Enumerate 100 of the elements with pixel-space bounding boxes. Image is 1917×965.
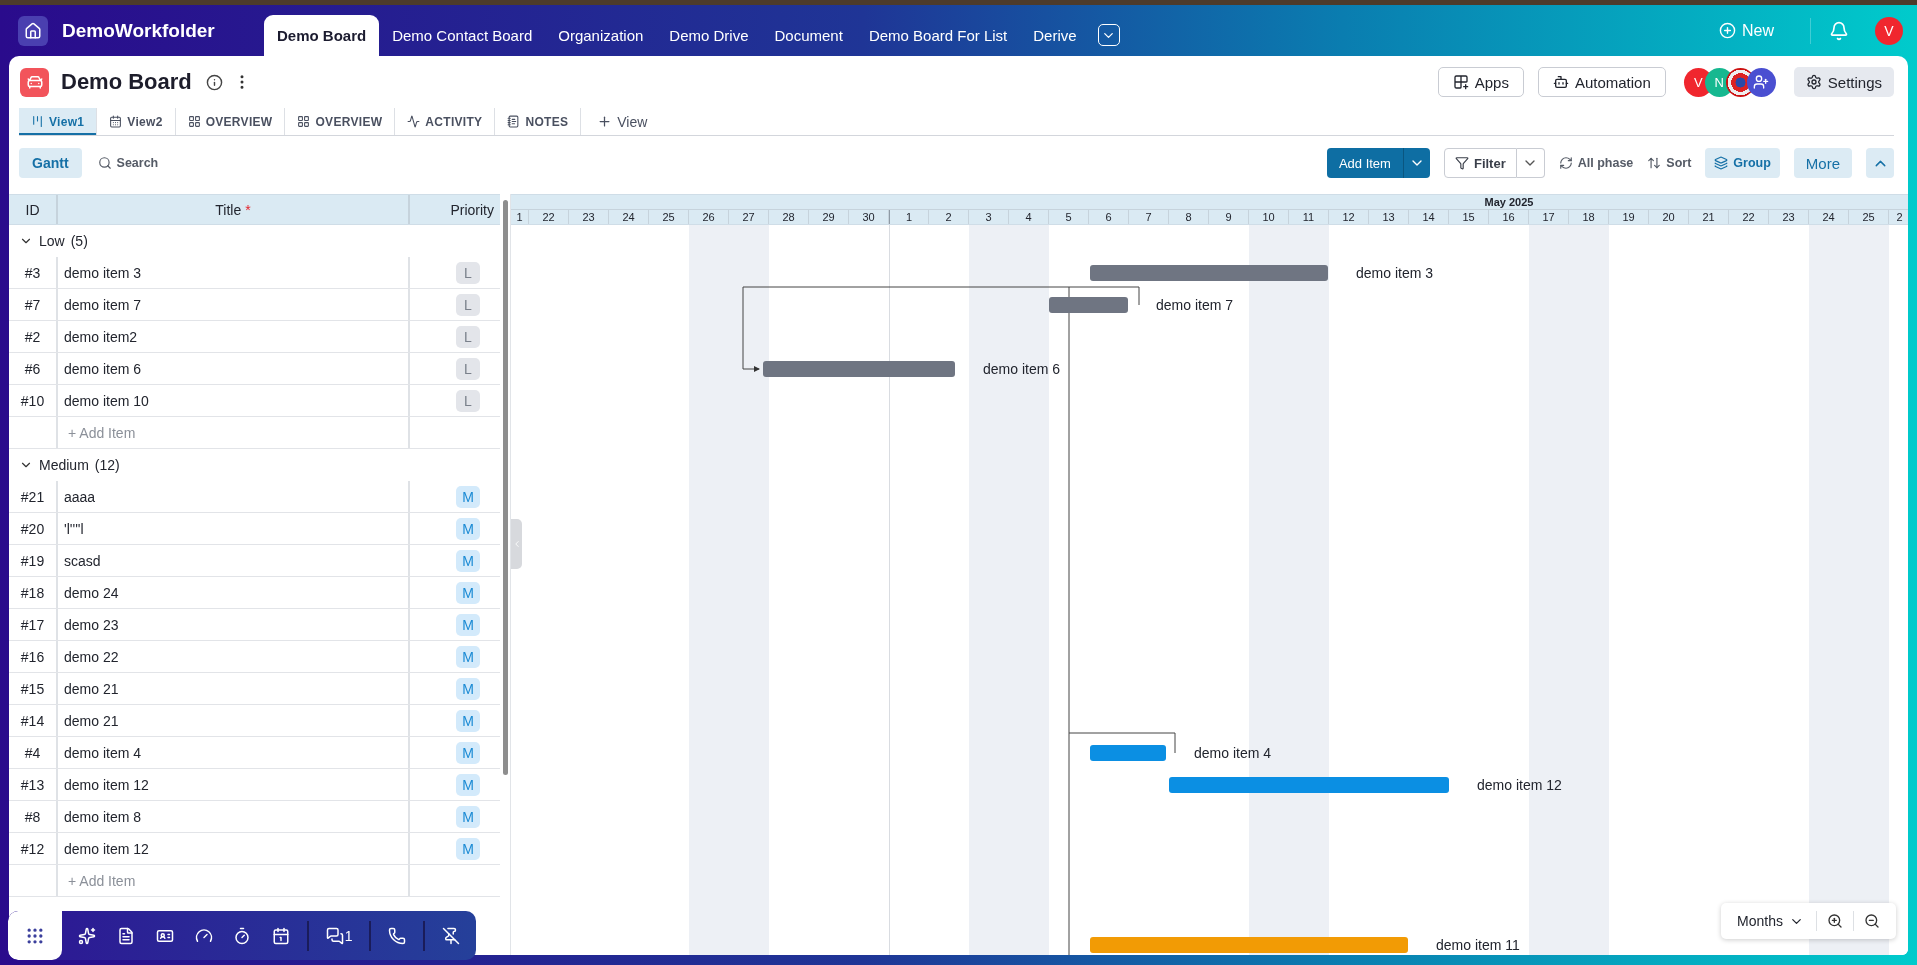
more-button[interactable]: More [1793,148,1852,178]
day-header: 25 [1849,210,1889,224]
item-title[interactable]: demo 23 [64,616,119,633]
scale-dropdown[interactable]: Months [1727,911,1817,931]
item-id: #6 [24,360,41,377]
board-icon [20,67,49,97]
view-tab[interactable]: View1 [19,108,98,135]
day-header: 13 [1369,210,1409,224]
view-tab[interactable]: OVERVIEW [285,108,396,135]
info-icon[interactable] [205,73,223,91]
item-id: #7 [24,296,41,313]
day-header: 18 [1569,210,1609,224]
item-title[interactable]: demo item2 [64,328,138,345]
item-id: #16 [20,648,45,665]
day-header: 19 [1609,210,1649,224]
item-id: #21 [20,488,45,505]
group-button[interactable]: Group [1705,148,1780,178]
item-title[interactable]: demo 21 [64,680,119,697]
day-header: 2 [1889,210,1908,224]
add-options-button[interactable] [1402,148,1430,178]
add-member-button[interactable] [1746,67,1776,97]
item-id: #17 [20,616,45,633]
search-button[interactable]: Search [97,156,159,170]
item-title[interactable]: demo item 12 [64,840,149,857]
automation-button[interactable]: Automation [1537,67,1666,97]
apps-grid-button[interactable] [8,911,62,960]
workspace-name: DemoWorkfolder [62,19,215,42]
item-id: #19 [20,552,45,569]
day-header: 22 [529,210,569,224]
more-tabs-button[interactable] [1097,24,1120,46]
item-title[interactable]: demo item 6 [64,360,142,377]
zoom-in-icon [1827,913,1843,929]
item-title[interactable]: demo item 7 [64,296,142,313]
board-title: Demo Board [61,69,192,95]
view-tab[interactable]: NOTES [495,108,582,135]
chat-icon [325,926,344,945]
task-label: demo item 6 [983,361,1061,377]
column-header: Priority [450,201,494,218]
item-title[interactable]: demo 22 [64,648,119,665]
day-header: 1 [511,210,529,224]
item-title[interactable]: 'l''''l [64,520,84,537]
day-header: 1 [889,210,929,224]
view-tab[interactable]: View [581,108,660,135]
apps-icon [1452,74,1469,90]
item-title[interactable]: demo 24 [64,584,119,601]
add-item-button[interactable]: Add Item [1326,148,1403,178]
settings-icon [1805,74,1822,90]
item-title[interactable]: demo item 12 [64,776,149,793]
view-tab[interactable]: OVERVIEW [175,108,286,135]
home-button[interactable] [18,15,48,46]
board-tab[interactable]: Demo Drive [656,15,762,56]
apps-button[interactable]: Apps [1437,67,1524,97]
day-header: 20 [1649,210,1689,224]
board-tab[interactable]: Derive [1020,15,1090,56]
user-avatar[interactable]: V [1875,16,1903,45]
item-title[interactable]: demo item 10 [64,392,149,409]
sort-button[interactable]: Sort [1647,156,1692,170]
item-id: #12 [20,840,45,857]
day-header: 21 [1689,210,1729,224]
day-header: 5 [1049,210,1089,224]
item-id: #2 [24,328,41,345]
settings-button[interactable]: Settings [1793,67,1894,97]
board-icon [31,115,44,128]
item-title[interactable]: demo item 8 [64,808,142,825]
phone-icon [388,926,407,945]
board-tab[interactable]: Demo Board For List [855,15,1021,56]
item-title[interactable]: scasd [64,552,101,569]
board-tab[interactable]: Demo Board [264,15,380,56]
item-title[interactable]: demo 21 [64,712,119,729]
phase-button[interactable]: All phase [1558,156,1634,170]
collapse-button[interactable] [1866,148,1894,178]
group-name: Low [39,233,65,249]
item-title[interactable]: aaaa [64,488,96,505]
day-header: 12 [1329,210,1369,224]
calendar-icon [109,115,123,128]
plus-circle-icon [1719,22,1736,39]
view-tab[interactable]: ACTIVITY [395,108,496,135]
chat-button[interactable]: 1 [321,922,357,949]
board-tab[interactable]: Document [761,15,856,56]
day-header: 24 [1809,210,1849,224]
view-tab[interactable]: View2 [97,108,176,135]
task-label: demo item 12 [1477,777,1562,793]
gantt-view-button[interactable]: Gantt [19,148,82,178]
board-tab[interactable]: Organization [545,15,657,56]
day-header: 9 [1209,210,1249,224]
day-header: 25 [649,210,689,224]
board-tab[interactable]: Demo Contact Board [379,15,546,56]
day-header: 27 [729,210,769,224]
task-label: demo item 11 [1436,937,1520,953]
collapse-handle[interactable] [511,519,522,569]
day-header: 14 [1409,210,1449,224]
day-header: 4 [1009,210,1049,224]
scrollbar-thumb[interactable] [502,200,508,775]
item-title[interactable]: demo item 3 [64,264,142,281]
day-header: 11 [1289,210,1329,224]
day-header: 26 [689,210,729,224]
task-label: demo item 4 [1194,745,1272,761]
item-title[interactable]: demo item 4 [64,744,142,761]
plus-icon [597,114,613,129]
filter-button[interactable]: Filter [1443,148,1517,178]
